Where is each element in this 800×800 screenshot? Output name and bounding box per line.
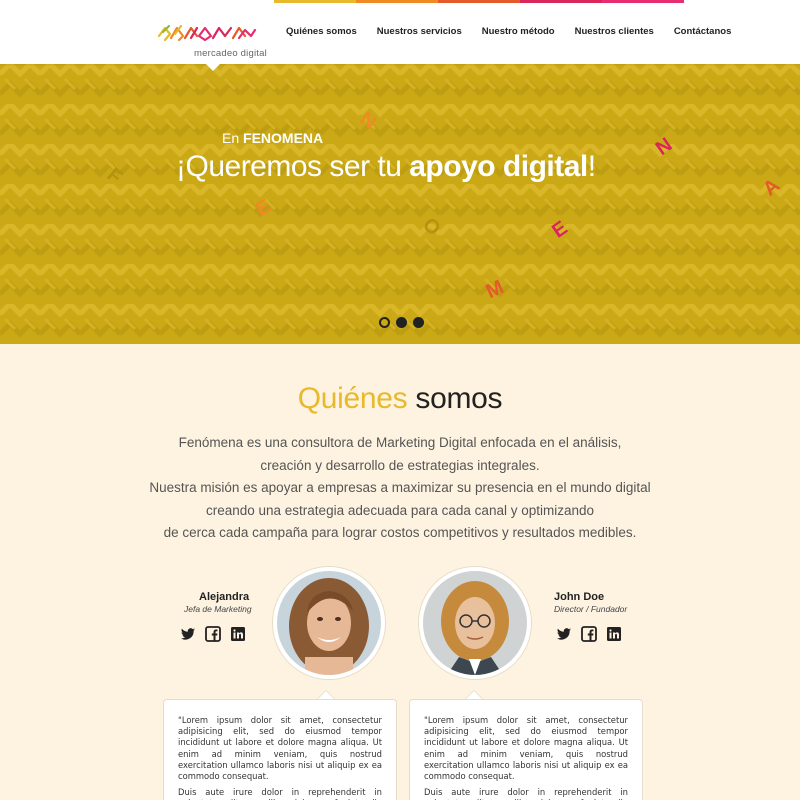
facebook-icon[interactable] (581, 626, 597, 642)
testimonial-card: "Lorem ipsum dolor sit amet, consectetur… (409, 699, 643, 800)
stripe (356, 0, 438, 3)
member-social-links (556, 626, 622, 642)
member-role: Director / Fundador (554, 604, 628, 614)
avatar-photo (277, 571, 381, 675)
avatar (273, 567, 385, 679)
linkedin-icon[interactable] (230, 626, 246, 642)
twitter-icon[interactable] (556, 626, 572, 642)
avatar (419, 567, 531, 679)
hero-title-normal: ¡Queremos ser tu (176, 150, 410, 183)
about-line: creando una estrategia adecuada para cad… (205, 502, 595, 518)
section-title-quienes-somos: Quiénes somos (0, 382, 800, 416)
about-description: Fenómena es una consultora de Marketing … (100, 432, 700, 545)
site-header: mercadeo digital Quiénes somos Nuestros … (0, 0, 800, 64)
stripe (520, 0, 602, 3)
twitter-icon[interactable] (180, 626, 196, 642)
main-nav: Quiénes somos Nuestros servicios Nuestro… (286, 26, 731, 37)
nav-item-nuestro-metodo[interactable]: Nuestro método (482, 26, 555, 37)
about-line: creación y desarrollo de estrategias int… (260, 457, 540, 473)
member-name: Alejandra (199, 591, 250, 603)
member-name: John Doe (554, 591, 605, 603)
about-line: Nuestra misión es apoyar a empresas a ma… (149, 480, 651, 495)
hero-title-end: ! (587, 150, 596, 183)
linkedin-icon[interactable] (606, 626, 622, 642)
hero-subtitle-brand: FENOMENA (243, 130, 324, 146)
quote-pointer (317, 690, 335, 699)
title-rest: somos (407, 382, 503, 415)
testimonial-paragraph: Duis aute irure dolor in reprehenderit i… (424, 787, 628, 800)
logo-mark-icon (157, 24, 257, 42)
header-pointer (206, 64, 220, 71)
hero-subtitle-prefix: En (222, 130, 244, 146)
testimonial-paragraph: "Lorem ipsum dolor sit amet, consectetur… (424, 715, 628, 782)
title-highlight: Quiénes (297, 382, 408, 415)
quote-pointer (465, 690, 483, 699)
about-line: Fenómena es una consultora de Marketing … (178, 435, 622, 450)
testimonial-paragraph: "Lorem ipsum dolor sit amet, consectetur… (178, 715, 382, 782)
hero-subtitle: En FENOMENA (222, 130, 323, 146)
stripe (602, 0, 684, 3)
member-role: Jefa de Marketing (184, 604, 252, 614)
testimonial-paragraph: Duis aute irure dolor in reprehenderit i… (178, 787, 382, 800)
logo-subtitle: mercadeo digital (194, 48, 267, 59)
slider-dot-1[interactable] (379, 317, 390, 328)
facebook-icon[interactable] (205, 626, 221, 642)
hero-title: ¡Queremos ser tu apoyo digital! (176, 150, 596, 184)
hero-slider: En FENOMENA ¡Queremos ser tu apoyo digit… (0, 64, 800, 344)
nav-item-nuestros-clientes[interactable]: Nuestros clientes (575, 26, 654, 37)
nav-item-quienes-somos[interactable]: Quiénes somos (286, 26, 357, 37)
avatar-photo (423, 571, 527, 675)
nav-item-nuestros-servicios[interactable]: Nuestros servicios (377, 26, 462, 37)
top-color-stripes (274, 0, 684, 3)
slider-dot-2[interactable] (396, 317, 407, 328)
stripe (274, 0, 356, 3)
slider-dot-3[interactable] (413, 317, 424, 328)
stripe (438, 0, 520, 3)
hero-title-bold: apoyo digital (409, 150, 588, 183)
nav-item-contactanos[interactable]: Contáctanos (674, 26, 732, 37)
member-social-links (180, 626, 246, 642)
testimonial-card: "Lorem ipsum dolor sit amet, consectetur… (163, 699, 397, 800)
about-line: de cerca cada campaña para lograr costos… (163, 525, 637, 540)
hero-pattern-background (0, 64, 800, 344)
slider-dots (379, 317, 424, 328)
